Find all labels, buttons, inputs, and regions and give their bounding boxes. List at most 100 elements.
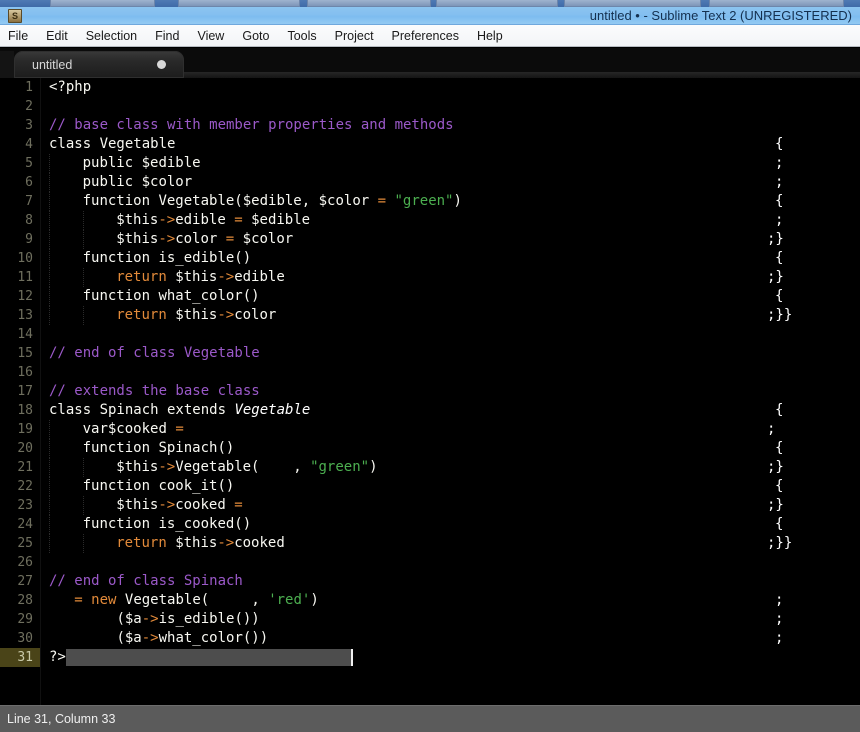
code-line[interactable]: 6 public $color; bbox=[0, 173, 860, 192]
code-line[interactable]: 18 class Spinach extends Vegetable { bbox=[0, 401, 860, 420]
indent-guide bbox=[49, 249, 50, 268]
status-bar: Line 31, Column 33 bbox=[0, 705, 860, 732]
code-trailing-punctuation: ;} bbox=[767, 459, 784, 475]
code-lines[interactable]: 1 <?php 2 3// base class with member proper… bbox=[0, 78, 860, 705]
code-line[interactable]: 8 $this->edible = $edible; bbox=[0, 211, 860, 230]
indent-guide bbox=[82, 268, 84, 287]
code-line[interactable]: 27 // end of class Spinach bbox=[0, 572, 860, 591]
code-line[interactable]: 28 $a = new Vegetable(false, 'red'); bbox=[0, 591, 860, 610]
code-line[interactable]: 12 function what_color() { bbox=[0, 287, 860, 306]
code-line[interactable]: 14 bbox=[0, 325, 860, 344]
taskbar-button[interactable] bbox=[307, 0, 431, 7]
code-text: return $this->edible bbox=[116, 268, 285, 287]
code-line[interactable]: 24 function is_cooked() { bbox=[0, 515, 860, 534]
menu-item-help[interactable]: Help bbox=[468, 25, 512, 47]
code-line[interactable]: 3 // base class with member properties an… bbox=[0, 116, 860, 135]
token-function: var_dump bbox=[49, 611, 117, 627]
indent-guide bbox=[82, 534, 84, 553]
token-plain: ($a bbox=[116, 611, 142, 627]
token-keyword: = bbox=[175, 421, 184, 437]
token-plain: edible bbox=[234, 269, 285, 285]
token-keyword: -> bbox=[217, 535, 235, 551]
code-line[interactable]: 23 $this->cooked = true;} bbox=[0, 496, 860, 515]
code-line[interactable]: 16 bbox=[0, 363, 860, 382]
menu-item-file[interactable]: File bbox=[0, 25, 37, 47]
tab-dirty-indicator-icon[interactable] bbox=[157, 60, 166, 69]
token-constant: true bbox=[259, 459, 294, 475]
taskbar-button[interactable] bbox=[50, 0, 155, 7]
menu-item-edit[interactable]: Edit bbox=[37, 25, 77, 47]
taskbar-button[interactable] bbox=[709, 0, 844, 7]
token-keyword: -> bbox=[141, 630, 159, 646]
token-keyword: -> bbox=[217, 269, 235, 285]
code-line[interactable]: 29 var_dump($a->is_edible()); bbox=[0, 610, 860, 629]
menu-item-tools[interactable]: Tools bbox=[278, 25, 325, 47]
code-text: public $color bbox=[83, 173, 193, 192]
menu-item-project[interactable]: Project bbox=[326, 25, 383, 47]
code-text: $this->Vegetable(true, "green") bbox=[116, 458, 377, 477]
code-line[interactable]: 22 function cook_it() { bbox=[0, 477, 860, 496]
code-line[interactable]: 15 // end of class Vegetable bbox=[0, 344, 860, 363]
code-trailing-punctuation: ;}} bbox=[767, 535, 793, 551]
code-text: class Spinach extends Vegetable bbox=[49, 401, 310, 420]
menu-bar: File Edit Selection Find View Goto Tools Projec… bbox=[0, 25, 860, 47]
token-plain: cooked bbox=[234, 535, 285, 551]
tab-untitled[interactable]: untitled bbox=[14, 51, 184, 78]
line-number: 25 bbox=[17, 536, 33, 551]
code-line[interactable]: 30 var_dump($a->what_color()); bbox=[0, 629, 860, 648]
token-plain: function cook_it() bbox=[82, 478, 235, 494]
code-trailing-punctuation: { bbox=[775, 193, 784, 209]
token-string: "green" bbox=[310, 459, 370, 475]
indent-guide bbox=[82, 211, 84, 230]
line-number: 9 bbox=[25, 232, 33, 247]
code-line[interactable]: 17 // extends the base class bbox=[0, 382, 860, 401]
indent-guide bbox=[49, 458, 50, 477]
code-text: function Vegetable($edible, $color = "gr… bbox=[83, 192, 462, 211]
code-line[interactable]: 26 bbox=[0, 553, 860, 572]
code-line[interactable]: 5 public $edible; bbox=[0, 154, 860, 173]
line-number: 12 bbox=[17, 289, 33, 304]
token-plain: function what_color() bbox=[82, 288, 260, 304]
tab-bar: untitled bbox=[0, 48, 860, 78]
code-line[interactable]: 21 $this->Vegetable(true, "green");} bbox=[0, 458, 860, 477]
code-text: return $this->cooked bbox=[116, 534, 285, 553]
menu-item-selection[interactable]: Selection bbox=[77, 25, 146, 47]
code-trailing-punctuation: ; bbox=[775, 592, 784, 608]
code-line[interactable]: 13 return $this->color;}} bbox=[0, 306, 860, 325]
token-comment: // end of class Vegetable bbox=[49, 345, 260, 361]
token-string: "green" bbox=[394, 193, 454, 209]
code-line[interactable]: 31 ?> bbox=[0, 648, 860, 667]
code-line[interactable]: 11 return $this->edible;} bbox=[0, 268, 860, 287]
code-line[interactable]: 4 class Vegetable { bbox=[0, 135, 860, 154]
taskbar-button[interactable] bbox=[564, 0, 701, 7]
code-text: // base class with member properties and… bbox=[49, 116, 454, 135]
code-line[interactable]: 10 function is_edible() { bbox=[0, 249, 860, 268]
token-keyword: -> bbox=[158, 212, 176, 228]
code-line[interactable]: 25 return $this->cooked;}} bbox=[0, 534, 860, 553]
code-line[interactable]: 1 <?php bbox=[0, 78, 860, 97]
code-line[interactable]: 7 function Vegetable($edible, $color = "g… bbox=[0, 192, 860, 211]
code-line[interactable]: 19 var$cooked = false; bbox=[0, 420, 860, 439]
taskbar-button[interactable] bbox=[178, 0, 300, 7]
menu-item-view[interactable]: View bbox=[188, 25, 233, 47]
code-line[interactable]: 9 $this->color = $color;} bbox=[0, 230, 860, 249]
menu-item-goto[interactable]: Goto bbox=[233, 25, 278, 47]
indent-guide bbox=[49, 496, 50, 515]
token-plain: ) bbox=[310, 592, 319, 608]
line-number: 21 bbox=[17, 460, 33, 475]
code-line[interactable]: 20 function Spinach() { bbox=[0, 439, 860, 458]
token-variable: $a bbox=[49, 592, 66, 608]
code-surface[interactable]: 1 <?php 2 3// base class with member proper… bbox=[0, 78, 860, 705]
menu-item-find[interactable]: Find bbox=[146, 25, 188, 47]
token-comment: // extends the base class bbox=[49, 383, 260, 399]
code-trailing-punctuation: { bbox=[775, 516, 784, 532]
token-plain: $this bbox=[166, 307, 218, 323]
menu-item-preferences[interactable]: Preferences bbox=[383, 25, 468, 47]
code-line[interactable]: 2 bbox=[0, 97, 860, 116]
tab-label: untitled bbox=[32, 58, 73, 72]
taskbar-button[interactable] bbox=[436, 0, 558, 7]
indent-guide bbox=[49, 173, 50, 192]
code-trailing-punctuation: { bbox=[775, 288, 784, 304]
code-text: // end of class Vegetable bbox=[49, 344, 260, 363]
token-string: 'red' bbox=[268, 592, 311, 608]
